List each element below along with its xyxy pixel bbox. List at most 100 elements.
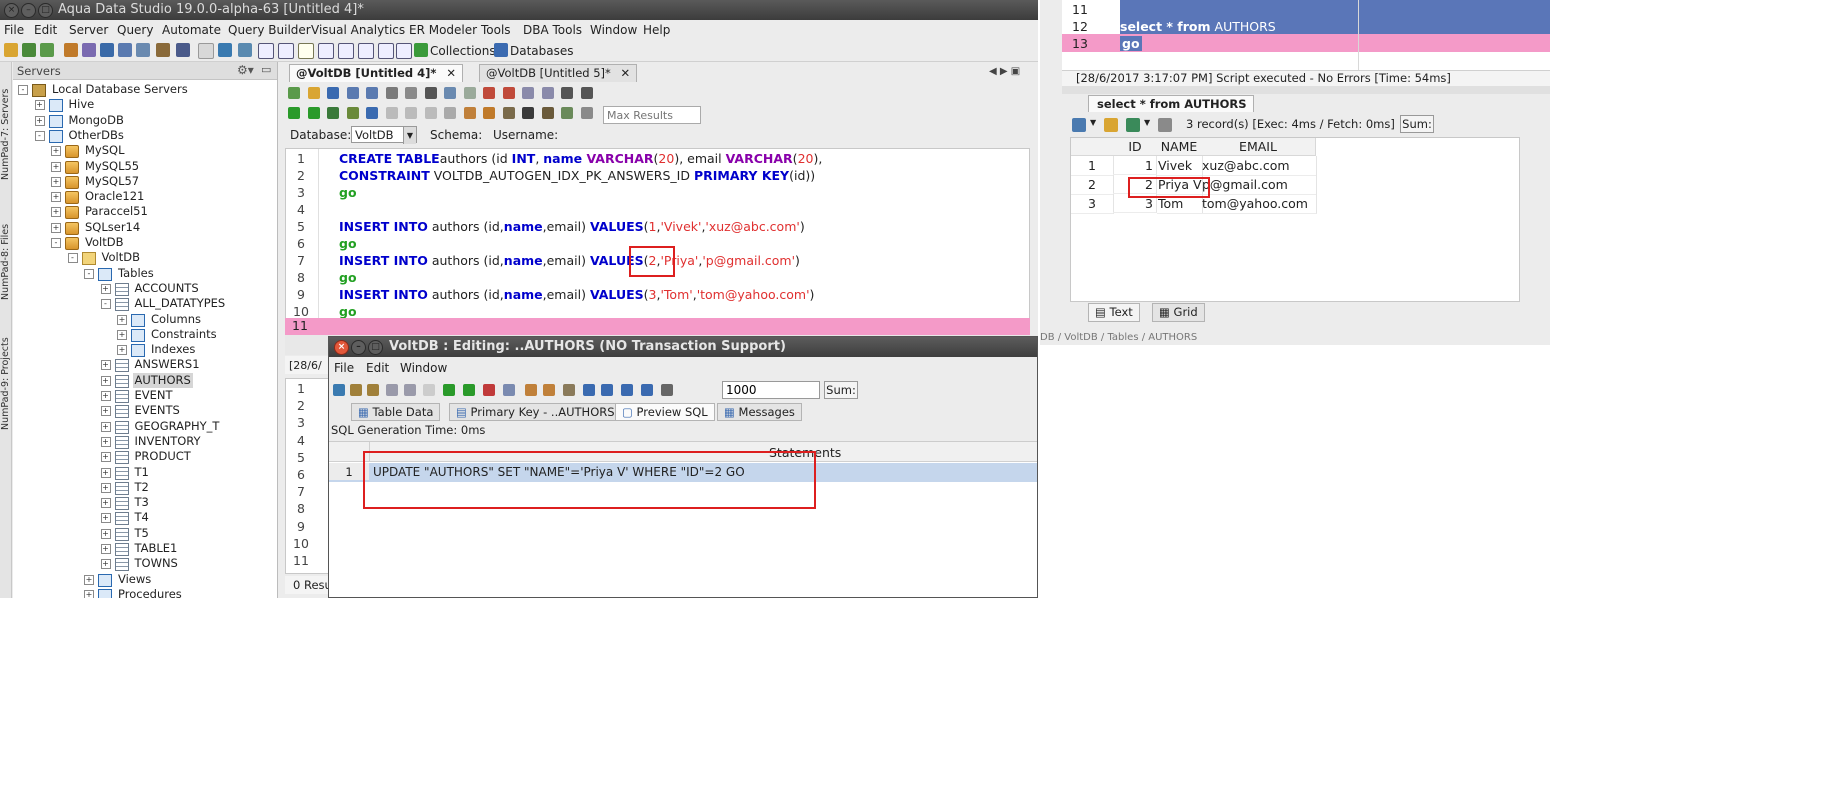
expand-icon[interactable]: +: [51, 176, 61, 187]
copy-icon[interactable]: [424, 87, 437, 99]
comment-icon[interactable]: [405, 107, 417, 119]
tree-item-procedures[interactable]: + Procedures: [13, 587, 277, 598]
result-grid[interactable]: ID NAME EMAIL 1 1 Vivek xuz@abc.com 2 2 Priya Vp@…: [1070, 137, 1520, 302]
prev-page-icon[interactable]: [601, 384, 613, 396]
tree-item-oracle121[interactable]: + Oracle121: [13, 189, 277, 205]
edit-cell-icon[interactable]: [563, 384, 575, 396]
expand-icon[interactable]: +: [51, 207, 61, 218]
tree-item-views[interactable]: + Views: [13, 572, 277, 587]
expand-icon[interactable]: +: [100, 452, 111, 463]
compare-icon[interactable]: [118, 43, 132, 57]
expand-icon[interactable]: +: [51, 222, 61, 233]
max-rows-input[interactable]: [722, 381, 820, 399]
result-tab[interactable]: select * from AUTHORS ⊸: [1088, 95, 1254, 128]
tab-messages[interactable]: ▦ Messages: [717, 403, 802, 421]
query-icon[interactable]: [64, 43, 78, 57]
tree-item-authors[interactable]: + AUTHORS: [13, 372, 277, 388]
menu-file[interactable]: File: [4, 23, 24, 37]
tree-item-all_datatypes[interactable]: - ALL_DATATYPES: [13, 296, 277, 312]
stop-icon[interactable]: [423, 384, 435, 396]
tree-item-constraints[interactable]: + Constraints: [13, 327, 277, 342]
redo-edit-icon[interactable]: [543, 384, 555, 396]
tree-item-t3[interactable]: + T3: [13, 495, 277, 511]
schema-browser-icon[interactable]: [580, 107, 593, 119]
databases-button[interactable]: Databases: [510, 44, 574, 58]
execute-icon[interactable]: [288, 107, 300, 119]
column-header-id[interactable]: ID: [1113, 138, 1158, 156]
menu-query-builder[interactable]: Query Builder: [228, 23, 311, 37]
tree-item-accounts[interactable]: + ACCOUNTS: [13, 281, 277, 296]
server-icon[interactable]: [40, 43, 54, 57]
save-icon[interactable]: [327, 87, 339, 99]
save-all-icon[interactable]: [346, 87, 359, 99]
close-icon[interactable]: ×: [334, 340, 349, 355]
cell-email[interactable]: tom@yahoo.com: [1201, 194, 1317, 214]
expand-icon[interactable]: +: [100, 436, 111, 447]
tree-item-columns[interactable]: + Columns: [13, 312, 277, 327]
last-page-icon[interactable]: [641, 384, 653, 396]
cell-name[interactable]: Vivek: [1157, 156, 1203, 176]
duplicate-row-icon[interactable]: [463, 384, 475, 396]
expand-icon[interactable]: +: [117, 345, 127, 356]
grid-view-icon[interactable]: [258, 43, 274, 59]
settings-icon[interactable]: ⚙▾: [237, 63, 254, 77]
expand-icon[interactable]: +: [84, 589, 94, 598]
database-select[interactable]: VoltDB ▼: [351, 126, 417, 144]
collapse-icon[interactable]: -: [67, 253, 78, 264]
tree-item-local-database-servers[interactable]: - Local Database Servers: [13, 82, 277, 97]
add-row-icon[interactable]: [443, 384, 455, 396]
cell-email[interactable]: xuz@abc.com: [1201, 156, 1317, 176]
print-icon[interactable]: [385, 87, 398, 99]
chart-view-icon[interactable]: [396, 43, 412, 59]
expand-icon[interactable]: +: [100, 360, 111, 371]
menu-er-modeler[interactable]: ER Modeler: [409, 23, 477, 37]
tree-item-event[interactable]: + EVENT: [13, 388, 277, 403]
expand-icon[interactable]: +: [117, 329, 127, 340]
step-icon[interactable]: [366, 107, 378, 119]
chart-icon[interactable]: [1072, 118, 1086, 132]
results-grid-icon[interactable]: [522, 107, 534, 119]
tree-item-mongodb[interactable]: + MongoDB: [13, 113, 277, 128]
font-bigger-icon[interactable]: [541, 87, 554, 99]
clear-icon[interactable]: [503, 384, 515, 396]
undo-edit-icon[interactable]: [525, 384, 537, 396]
expand-icon[interactable]: +: [100, 375, 111, 386]
tree-item-mysql[interactable]: + MySQL: [13, 143, 277, 159]
tree-item-inventory[interactable]: + INVENTORY: [13, 434, 277, 449]
find-icon[interactable]: [502, 87, 515, 99]
expand-icon[interactable]: +: [100, 513, 111, 524]
tree-item-hive[interactable]: + Hive: [13, 97, 277, 113]
tree-item-voltdb[interactable]: - VoltDB: [13, 235, 277, 250]
export-icon[interactable]: [1126, 118, 1140, 132]
column-header-name[interactable]: NAME: [1157, 138, 1202, 156]
tree-item-geography_t[interactable]: + GEOGRAPHY_T: [13, 419, 277, 434]
refresh-icon[interactable]: [333, 384, 345, 396]
collapse-icon[interactable]: -: [51, 238, 61, 248]
files-strip-tab[interactable]: NumPad-8: Files: [0, 194, 12, 300]
menu-edit[interactable]: Edit: [34, 23, 57, 37]
tree-item-voltdb[interactable]: - VoltDB: [13, 250, 277, 266]
list-view-icon[interactable]: [338, 43, 354, 59]
collections-button[interactable]: Collections: [430, 44, 496, 58]
tree-item-sqlser14[interactable]: + SQLser14: [13, 220, 277, 235]
minimize-panel-icon[interactable]: ▭: [261, 63, 271, 76]
sort-icon[interactable]: [386, 384, 398, 396]
menu-window[interactable]: Window: [590, 23, 637, 37]
minimize-icon[interactable]: –: [351, 340, 366, 355]
tree-item-mysql55[interactable]: + MySQL55: [13, 159, 277, 174]
tab-grid[interactable]: ▦ Grid: [1152, 303, 1205, 322]
menu-automate[interactable]: Automate: [162, 23, 221, 37]
expand-icon[interactable]: +: [100, 391, 111, 401]
filter-icon[interactable]: [350, 384, 362, 396]
tree-item-t5[interactable]: + T5: [13, 526, 277, 541]
expand-icon[interactable]: +: [100, 498, 111, 509]
servers-strip-tab[interactable]: NumPad-7: Servers: [0, 68, 12, 180]
cut-icon[interactable]: [405, 87, 417, 99]
format-icon[interactable]: [580, 87, 593, 99]
sql-editor[interactable]: 1 CREATE TABLEauthors (id INT, name VARCH…: [285, 148, 1030, 320]
maximize-icon[interactable]: □: [38, 3, 53, 18]
sum-button[interactable]: Sum:: [1400, 115, 1434, 133]
first-page-icon[interactable]: [583, 384, 595, 396]
collapse-icon[interactable]: -: [84, 268, 94, 279]
commit-icon[interactable]: [483, 107, 495, 119]
